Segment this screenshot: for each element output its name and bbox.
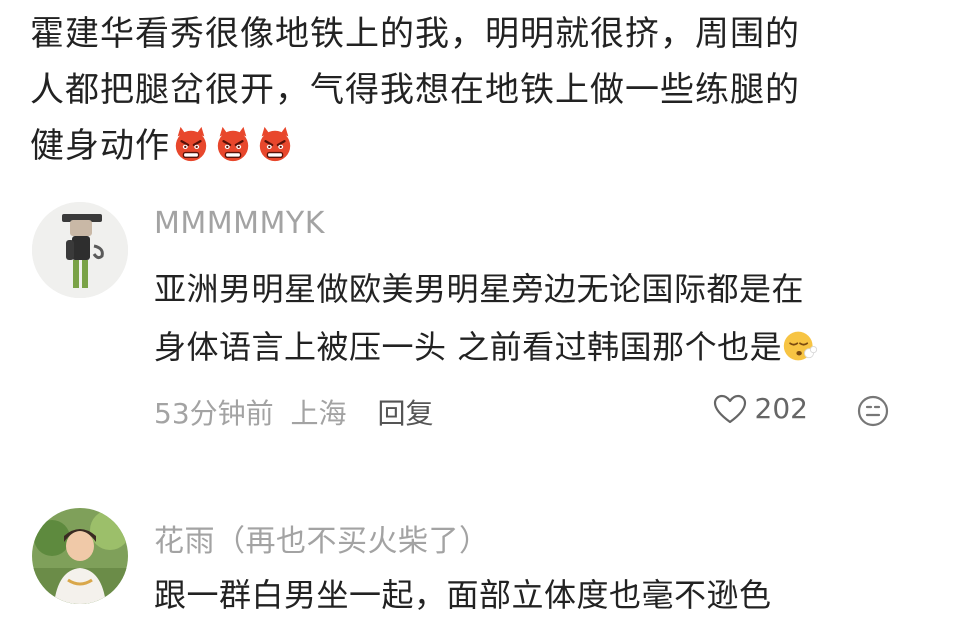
comment-username[interactable]: MMMMMYK — [154, 206, 325, 241]
comment-body: 亚洲男明星做欧美男明星旁边无论国际都是在 身体语言上被压一头 之前看过韩国那个也… — [154, 260, 818, 376]
comment-username[interactable]: 花雨（再也不买火柴了） — [154, 516, 490, 560]
comment-line-text: 身体语言上被压一头 之前看过韩国那个也是 — [154, 328, 783, 366]
post-line-text: 健身动作 — [30, 126, 170, 166]
comment-time: 53分钟前 — [154, 397, 274, 430]
reply-button[interactable]: 回复 — [377, 397, 433, 430]
comment-line: 跟一群白男坐一起，面部立体度也毫不逊色 — [154, 576, 772, 614]
avatar[interactable] — [32, 202, 128, 298]
like-button[interactable]: 202 — [713, 392, 808, 425]
avatar-portrait-icon — [32, 508, 128, 604]
post-line: 人都把腿岔很开，气得我想在地铁上做一些练腿的 — [30, 70, 800, 110]
angry-devil-emoji-icon — [217, 126, 249, 162]
post-text: 霍建华看秀很像地铁上的我，明明就很挤，周围的 人都把腿岔很开，气得我想在地铁上做… — [30, 6, 930, 180]
like-count: 202 — [754, 392, 808, 425]
emoji-row — [172, 124, 298, 180]
comment-location: 上海 — [290, 397, 347, 430]
avatar-figure-icon — [32, 202, 128, 298]
post-line: 健身动作 — [30, 118, 930, 180]
exhale-face-emoji-icon — [783, 331, 818, 361]
emoji-reaction-icon[interactable] — [856, 394, 890, 428]
comment-line: 身体语言上被压一头 之前看过韩国那个也是 — [154, 318, 818, 376]
avatar[interactable] — [32, 508, 128, 604]
comment-meta: 53分钟前 上海 回复 — [154, 392, 433, 432]
heart-icon — [713, 394, 746, 423]
comment-line: 亚洲男明星做欧美男明星旁边无论国际都是在 — [154, 270, 805, 308]
comment-body: 跟一群白男坐一起，面部立体度也毫不逊色 — [154, 566, 772, 624]
post-line: 霍建华看秀很像地铁上的我，明明就很挤，周围的 — [30, 14, 800, 54]
angry-devil-emoji-icon — [175, 126, 207, 162]
angry-devil-emoji-icon — [259, 126, 291, 162]
